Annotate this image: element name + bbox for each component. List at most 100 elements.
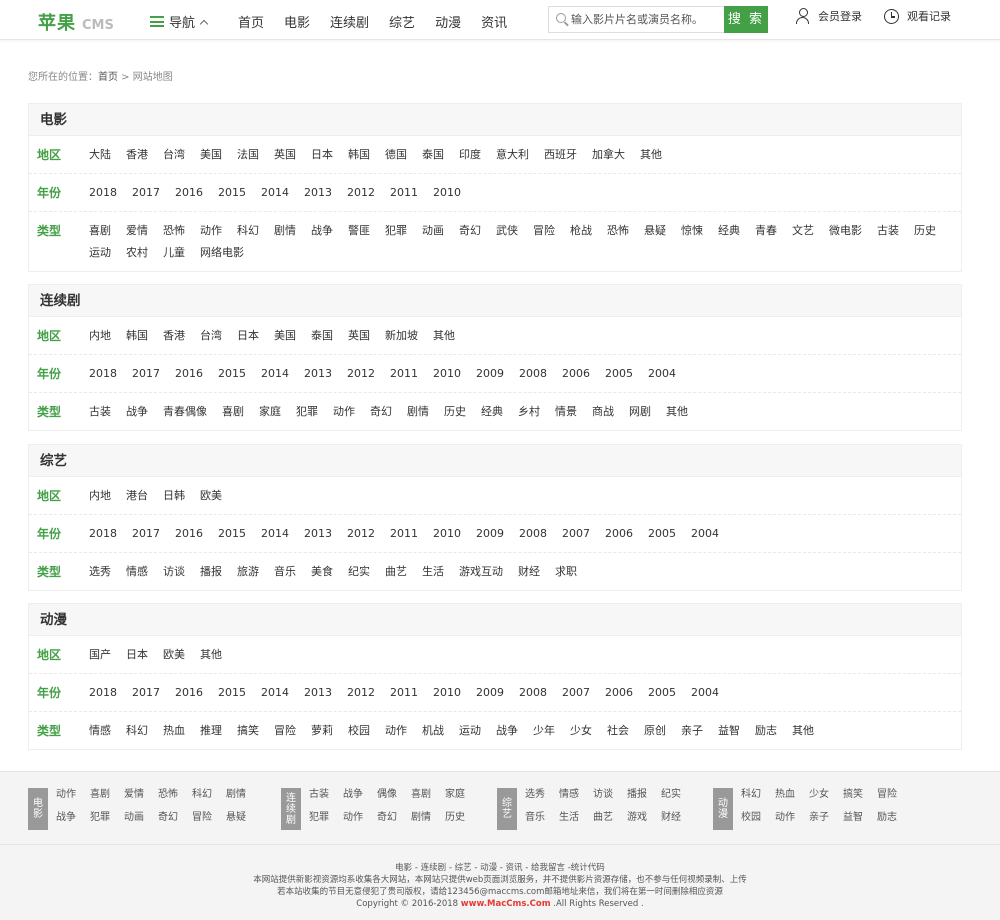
filter-link[interactable]: 推理 [200,723,222,739]
footer-link[interactable]: 喜剧 [90,788,110,808]
filter-link[interactable]: 搞笑 [237,723,259,739]
filter-link[interactable]: 警匪 [348,223,370,239]
filter-link[interactable]: 少女 [570,723,592,739]
filter-link[interactable]: 日本 [126,647,148,663]
footer-link[interactable]: 纪实 [661,788,681,808]
filter-link[interactable]: 运动 [459,723,481,739]
filter-link[interactable]: 乡村 [518,404,540,420]
filter-link[interactable]: 韩国 [126,328,148,344]
filter-link[interactable]: 法国 [237,147,259,163]
filter-link[interactable]: 2009 [476,526,504,542]
footer-link[interactable]: 曲艺 [593,811,613,831]
filter-link[interactable]: 2016 [175,366,203,382]
footer-link[interactable]: 播报 [627,788,647,808]
footer-link[interactable]: 奇幻 [158,811,178,831]
filter-link[interactable]: 2014 [261,685,289,701]
footer-link[interactable]: 搞笑 [843,788,863,808]
filter-link[interactable]: 国产 [89,647,111,663]
filter-link[interactable]: 2007 [562,685,590,701]
menu-item-movie[interactable]: 电影 [284,12,310,31]
filter-link[interactable]: 情感 [89,723,111,739]
filter-link[interactable]: 2007 [562,526,590,542]
filter-link[interactable]: 2008 [519,366,547,382]
footer-link[interactable]: 悬疑 [226,811,246,831]
filter-link[interactable]: 西班牙 [544,147,577,163]
filter-link[interactable]: 其他 [640,147,662,163]
footer-link[interactable]: 动画 [124,811,144,831]
filter-link[interactable]: 机战 [422,723,444,739]
footer-link[interactable]: 音乐 [525,811,545,831]
filter-link[interactable]: 情感 [126,564,148,580]
filter-link[interactable]: 动作 [333,404,355,420]
footer-link[interactable]: 剧情 [226,788,246,808]
filter-link[interactable]: 2018 [89,185,117,201]
footer-link[interactable]: 财经 [661,811,681,831]
filter-link[interactable]: 2004 [648,366,676,382]
filter-link[interactable]: 2008 [519,685,547,701]
footer-link[interactable]: 战争 [343,788,363,808]
filter-link[interactable]: 2018 [89,685,117,701]
filter-link[interactable]: 剧情 [407,404,429,420]
filter-link[interactable]: 2008 [519,526,547,542]
filter-link[interactable]: 古装 [877,223,899,239]
filter-link[interactable]: 2011 [390,526,418,542]
footer-link[interactable]: 恐怖 [158,788,178,808]
filter-link[interactable]: 武侠 [496,223,518,239]
footer-link[interactable]: 益智 [843,811,863,831]
filter-link[interactable]: 2015 [218,685,246,701]
filter-link[interactable]: 萝莉 [311,723,333,739]
filter-link[interactable]: 意大利 [496,147,529,163]
filter-link[interactable]: 港台 [126,488,148,504]
filter-link[interactable]: 2015 [218,526,246,542]
filter-link[interactable]: 亲子 [681,723,703,739]
filter-link[interactable]: 恐怖 [163,223,185,239]
filter-link[interactable]: 2017 [132,366,160,382]
filter-link[interactable]: 2014 [261,366,289,382]
filter-link[interactable]: 历史 [914,223,936,239]
filter-link[interactable]: 2005 [648,685,676,701]
filter-link[interactable]: 2018 [89,366,117,382]
filter-link[interactable]: 青春 [755,223,777,239]
filter-link[interactable]: 德国 [385,147,407,163]
filter-link[interactable]: 2017 [132,185,160,201]
filter-link[interactable]: 印度 [459,147,481,163]
footer-link[interactable]: 情感 [559,788,579,808]
filter-link[interactable]: 校园 [348,723,370,739]
filter-link[interactable]: 播报 [200,564,222,580]
filter-link[interactable]: 2017 [132,526,160,542]
filter-link[interactable]: 香港 [126,147,148,163]
footer-link[interactable]: 生活 [559,811,579,831]
filter-link[interactable]: 喜剧 [222,404,244,420]
footer-link[interactable]: 犯罪 [90,811,110,831]
footer-link[interactable]: 古装 [309,788,329,808]
copyright-brand[interactable]: www.MacCms.Com [461,899,551,909]
filter-link[interactable]: 2010 [433,685,461,701]
filter-link[interactable]: 台湾 [163,147,185,163]
filter-link[interactable]: 2009 [476,685,504,701]
filter-link[interactable]: 犯罪 [296,404,318,420]
filter-link[interactable]: 美食 [311,564,333,580]
footer-links[interactable]: 电影 - 连续剧 - 综艺 - 动漫 - 资讯 - 给我留言 -统计代码 [0,862,1000,874]
filter-link[interactable]: 纪实 [348,564,370,580]
footer-link[interactable]: 家庭 [445,788,465,808]
filter-link[interactable]: 日本 [311,147,333,163]
filter-link[interactable]: 2012 [347,185,375,201]
filter-link[interactable]: 财经 [518,564,540,580]
filter-link[interactable]: 2010 [433,366,461,382]
filter-link[interactable]: 枪战 [570,223,592,239]
filter-link[interactable]: 其他 [666,404,688,420]
filter-link[interactable]: 原创 [644,723,666,739]
filter-link[interactable]: 喜剧 [89,223,111,239]
filter-link[interactable]: 社会 [607,723,629,739]
filter-link[interactable]: 少年 [533,723,555,739]
footer-link[interactable]: 励志 [877,811,897,831]
filter-link[interactable]: 2018 [89,526,117,542]
filter-link[interactable]: 2006 [605,685,633,701]
filter-link[interactable]: 2016 [175,685,203,701]
filter-link[interactable]: 内地 [89,328,111,344]
filter-link[interactable]: 2012 [347,366,375,382]
footer-link[interactable]: 犯罪 [309,811,329,831]
filter-link[interactable]: 网络电影 [200,245,244,261]
footer-link[interactable]: 少女 [809,788,829,808]
footer-link[interactable]: 游戏 [627,811,647,831]
